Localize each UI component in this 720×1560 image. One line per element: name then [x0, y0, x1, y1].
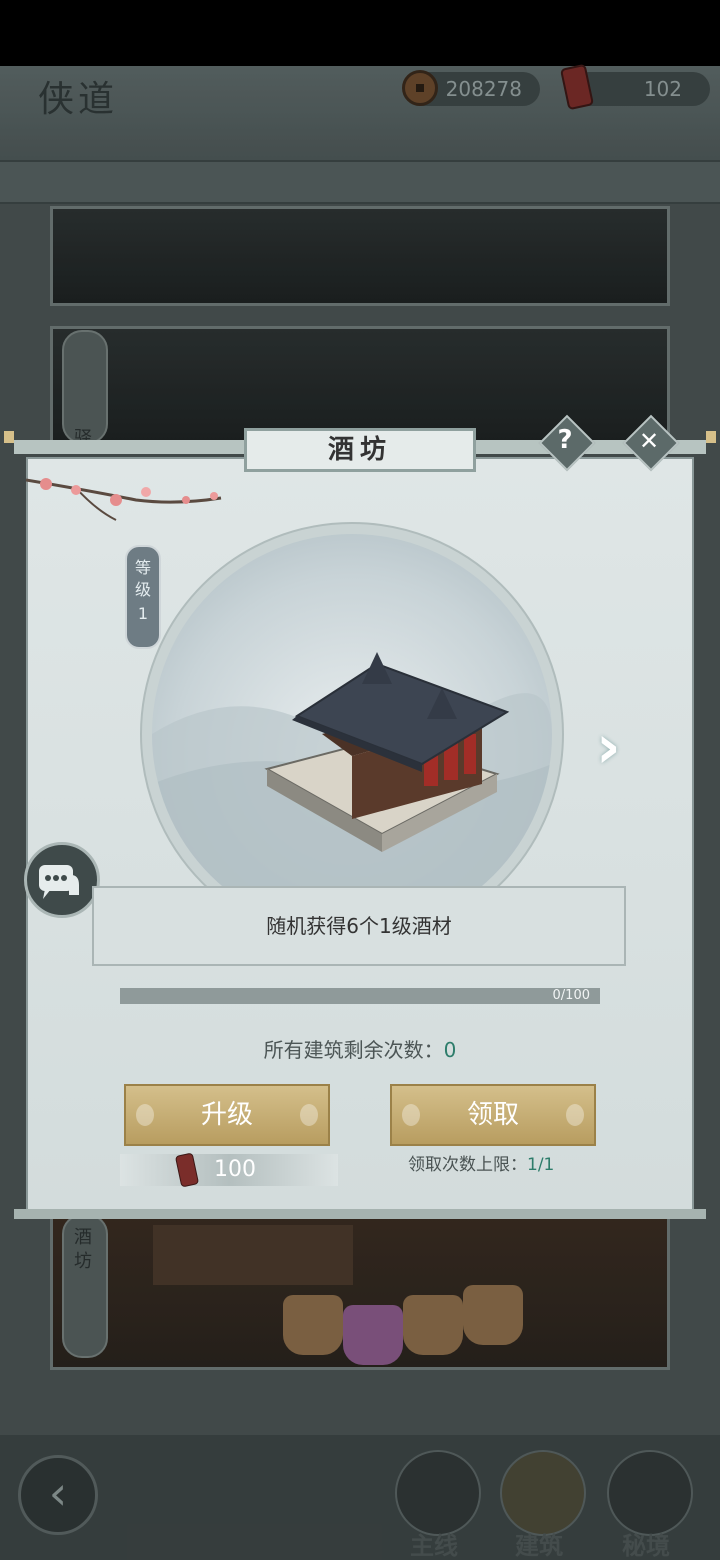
help-icon: ? — [557, 425, 573, 455]
ornament-icon — [566, 1104, 584, 1126]
ornament-icon — [402, 1104, 420, 1126]
game-screen: 侠道 208278 102 驿 酒坊 ‹ 主线 建筑 秘境 酒坊 ? ✕ 等级 … — [0, 0, 720, 1560]
level-tag: 等级 1 — [125, 545, 161, 649]
dialog-frame-bottom — [14, 1209, 706, 1219]
upgrade-label: 升级 — [200, 1100, 253, 1130]
claim-limit-label: 领取次数上限： — [408, 1155, 527, 1175]
upgrade-cost: 100 — [214, 1157, 256, 1182]
chat-bubble-icon — [39, 865, 79, 899]
close-icon: ✕ — [638, 427, 660, 455]
status-bar — [0, 0, 720, 66]
level-value: 1 — [137, 604, 149, 623]
remaining-value: 0 — [443, 1038, 457, 1062]
progress-bar: 0/100 — [120, 988, 600, 1004]
chat-button[interactable] — [24, 842, 100, 918]
level-label: 等级 — [134, 558, 151, 599]
frame-cap — [706, 431, 716, 443]
ornament-icon — [300, 1104, 318, 1126]
next-building-button[interactable]: › — [596, 712, 621, 782]
remaining-count: 所有建筑剩余次数：0 — [0, 1034, 720, 1063]
reward-description: 随机获得6个1级酒材 — [92, 886, 626, 966]
building-portrait — [152, 534, 552, 934]
claim-label: 领取 — [466, 1100, 519, 1130]
claim-limit-value: 1/1 — [527, 1155, 555, 1175]
chevron-right-icon: › — [596, 712, 621, 782]
ornament-icon — [136, 1104, 154, 1126]
claim-limit: 领取次数上限：1/1 — [408, 1154, 554, 1176]
frame-cap — [4, 431, 14, 443]
upgrade-button[interactable]: 升级 — [124, 1084, 330, 1146]
remaining-label: 所有建筑剩余次数： — [263, 1038, 444, 1062]
progress-text: 0/100 — [552, 988, 590, 1003]
dialog-title: 酒坊 — [244, 428, 476, 472]
winery-building-illustration — [152, 652, 552, 934]
claim-button[interactable]: 领取 — [390, 1084, 596, 1146]
plum-blossom-decoration — [26, 478, 222, 521]
